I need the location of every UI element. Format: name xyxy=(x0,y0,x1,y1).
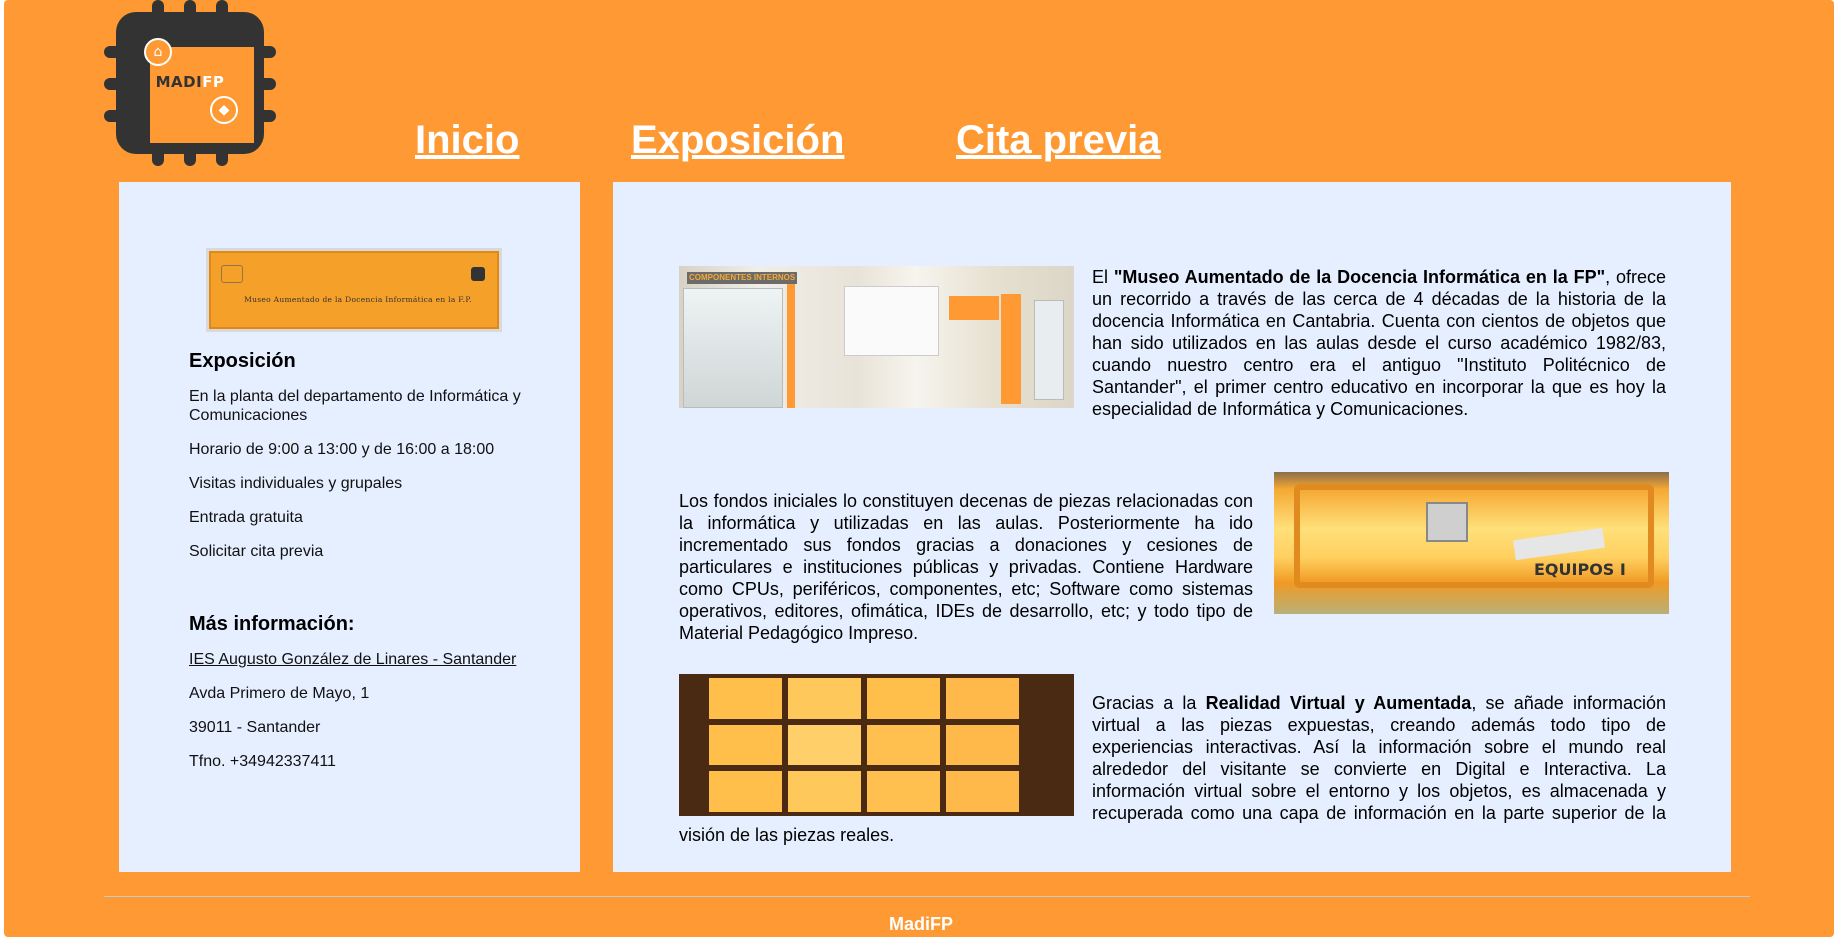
components-exhibit-photo: COMPONENTES INTERNOS xyxy=(679,266,1074,408)
chip-icon-small xyxy=(471,267,485,281)
museum-plaque-image: Museo Aumentado de la Docencia Informáti… xyxy=(206,248,502,332)
expo-appointment: Solicitar cita previa xyxy=(189,543,324,560)
plaque-logo-icon xyxy=(221,265,243,283)
madifp-logo[interactable]: ⌂ ◆ MADIFP xyxy=(104,0,276,166)
equipment-display-photo: EQUIPOS I xyxy=(1274,472,1669,614)
address: Avda Primero de Mayo, 1 xyxy=(189,685,370,702)
nav-home-link[interactable]: Inicio xyxy=(415,118,519,163)
nav-appointment-link[interactable]: Cita previa xyxy=(956,118,1161,163)
sidebar-panel: Museo Aumentado de la Docencia Informáti… xyxy=(119,182,580,872)
school-link[interactable]: IES Augusto González de Linares - Santan… xyxy=(189,651,516,668)
more-info-heading: Más información: xyxy=(189,613,355,635)
expo-hours: Horario de 9:00 a 13:00 y de 16:00 a 18:… xyxy=(189,441,495,458)
city: 39011 - Santander xyxy=(189,719,321,736)
expo-entry: Entrada gratuita xyxy=(189,509,303,526)
main-content-panel: El "Museo Aumentado de la Docencia Infor… xyxy=(613,182,1731,872)
nav-exhibition-link[interactable]: Exposición xyxy=(631,118,844,163)
phone: Tfno. +34942337411 xyxy=(189,753,336,770)
footer-divider xyxy=(104,896,1750,897)
expo-location: En la planta del departamento de Informá… xyxy=(189,388,521,424)
expo-visits: Visitas individuales y grupales xyxy=(189,475,403,492)
logo-text: MADIFP xyxy=(155,73,225,91)
exhibition-heading: Exposición xyxy=(189,350,296,372)
footer-text: MadiFP xyxy=(888,914,953,934)
shelves-exhibit-photo xyxy=(679,674,1074,816)
museum-icon: ⌂ xyxy=(144,38,172,66)
graduation-cap-icon: ◆ xyxy=(210,96,238,124)
page-background: ⌂ ◆ MADIFP Inicio Exposición Cita previa… xyxy=(4,0,1834,937)
